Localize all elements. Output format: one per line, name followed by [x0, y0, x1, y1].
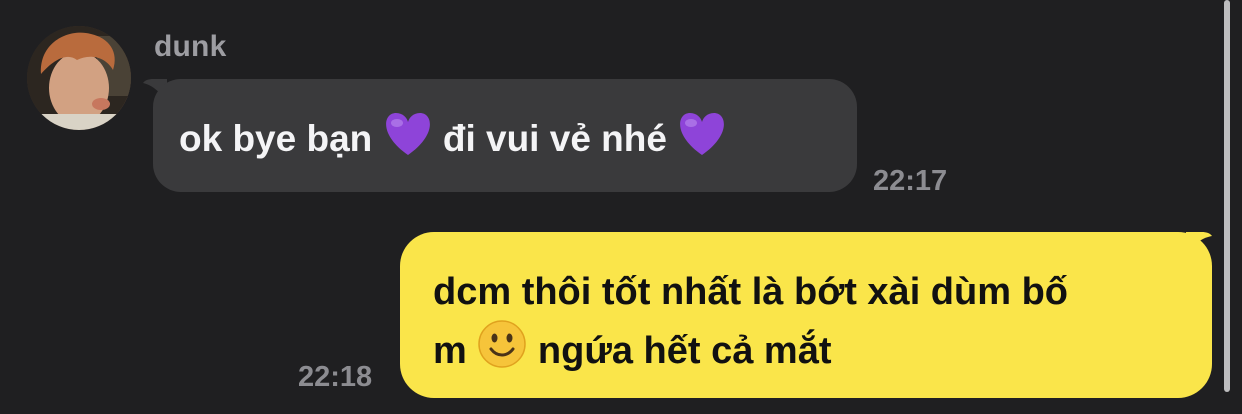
outgoing-bubble-tail	[1186, 232, 1212, 256]
avatar-photo	[27, 26, 131, 130]
incoming-message-part2: đi vui vẻ nhé	[442, 118, 667, 159]
purple-heart-icon	[385, 113, 430, 155]
incoming-timestamp: 22:17	[873, 165, 948, 197]
slightly-smiling-face-icon	[478, 320, 527, 368]
outgoing-message-bubble[interactable]: dcm thôi tốt nhất là bớt xài dùm bố m ng…	[400, 232, 1212, 398]
outgoing-line2-suffix: ngứa hết cả mắt	[537, 330, 832, 372]
outgoing-line2-prefix: m	[433, 330, 467, 372]
outgoing-timestamp: 22:18	[298, 361, 373, 393]
sender-name: dunk	[154, 30, 227, 63]
outgoing-message-line1: dcm thôi tốt nhất là bớt xài dùm bố	[433, 271, 1068, 313]
incoming-message-text: ok bye bạn đi vui vẻ nhé	[179, 111, 727, 160]
purple-heart-icon	[680, 113, 725, 155]
chat-scrollbar[interactable]	[1224, 0, 1230, 392]
outgoing-message-text: dcm thôi tốt nhất là bớt xài dùm bố m ng…	[433, 266, 1182, 378]
incoming-message-bubble[interactable]: ok bye bạn đi vui vẻ nhé	[153, 79, 857, 192]
incoming-message-part1: ok bye bạn	[179, 118, 373, 159]
sender-avatar[interactable]	[27, 26, 131, 130]
outgoing-message-line2: m ngứa hết cả mắt	[433, 319, 1182, 378]
